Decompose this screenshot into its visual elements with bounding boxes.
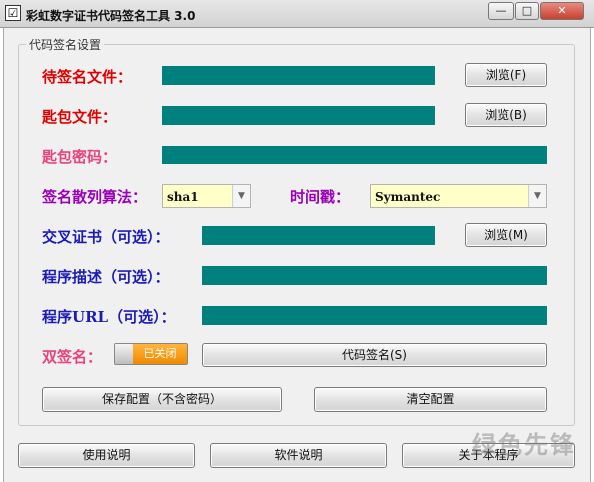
timestamp-label: 时间戳： (290, 188, 351, 206)
pending-file-input[interactable] (162, 66, 435, 85)
dual-sign-label: 双签名： (42, 348, 103, 366)
dual-sign-toggle[interactable]: 已关闭 (114, 343, 188, 365)
clear-config-button[interactable]: 清空配置 (314, 387, 547, 412)
minimize-button[interactable]: — (488, 2, 514, 20)
software-info-button[interactable]: 软件说明 (210, 443, 387, 468)
close-button[interactable]: ✕ (540, 2, 584, 20)
browse-key-button[interactable]: 浏览(B) (465, 103, 547, 127)
key-password-label: 匙包密码： (42, 148, 118, 166)
toggle-knob[interactable] (115, 344, 134, 364)
description-label: 程序描述（可选）： (42, 268, 170, 286)
code-sign-button[interactable]: 代码签名(S) (202, 343, 547, 367)
hash-algorithm-value: sha1 (167, 190, 199, 204)
hash-algorithm-select[interactable]: sha1 ▼ (162, 184, 251, 208)
timestamp-value: Symantec (375, 190, 441, 204)
chevron-down-icon[interactable]: ▼ (528, 185, 546, 207)
key-file-input[interactable] (162, 106, 435, 125)
save-config-button[interactable]: 保存配置（不含密码） (42, 387, 282, 412)
settings-group-label: 代码签名设置 (26, 36, 105, 53)
cross-cert-label: 交叉证书（可选）： (42, 228, 170, 246)
browse-cert-button[interactable]: 浏览(M) (465, 223, 547, 247)
maximize-button[interactable]: □ (515, 2, 539, 20)
browse-file-button[interactable]: 浏览(F) (465, 63, 547, 87)
watermark-logo: 绿色先锋 (472, 431, 576, 459)
description-input[interactable] (202, 266, 547, 285)
key-file-label: 匙包文件： (42, 108, 118, 126)
url-input[interactable] (202, 306, 547, 325)
key-password-input[interactable] (162, 146, 547, 164)
app-icon: ☑ (5, 5, 21, 21)
chevron-down-icon[interactable]: ▼ (232, 185, 250, 207)
window-title: 彩虹数字证书代码签名工具 3.0 (26, 9, 196, 23)
pending-file-label: 待签名文件： (42, 68, 133, 86)
cross-cert-input[interactable] (202, 226, 435, 245)
url-label: 程序URL（可选）： (42, 308, 176, 326)
usage-button[interactable]: 使用说明 (18, 443, 195, 468)
timestamp-select[interactable]: Symantec ▼ (370, 184, 547, 208)
toggle-state-text: 已关闭 (133, 344, 187, 364)
hash-algorithm-label: 签名散列算法： (42, 188, 148, 206)
